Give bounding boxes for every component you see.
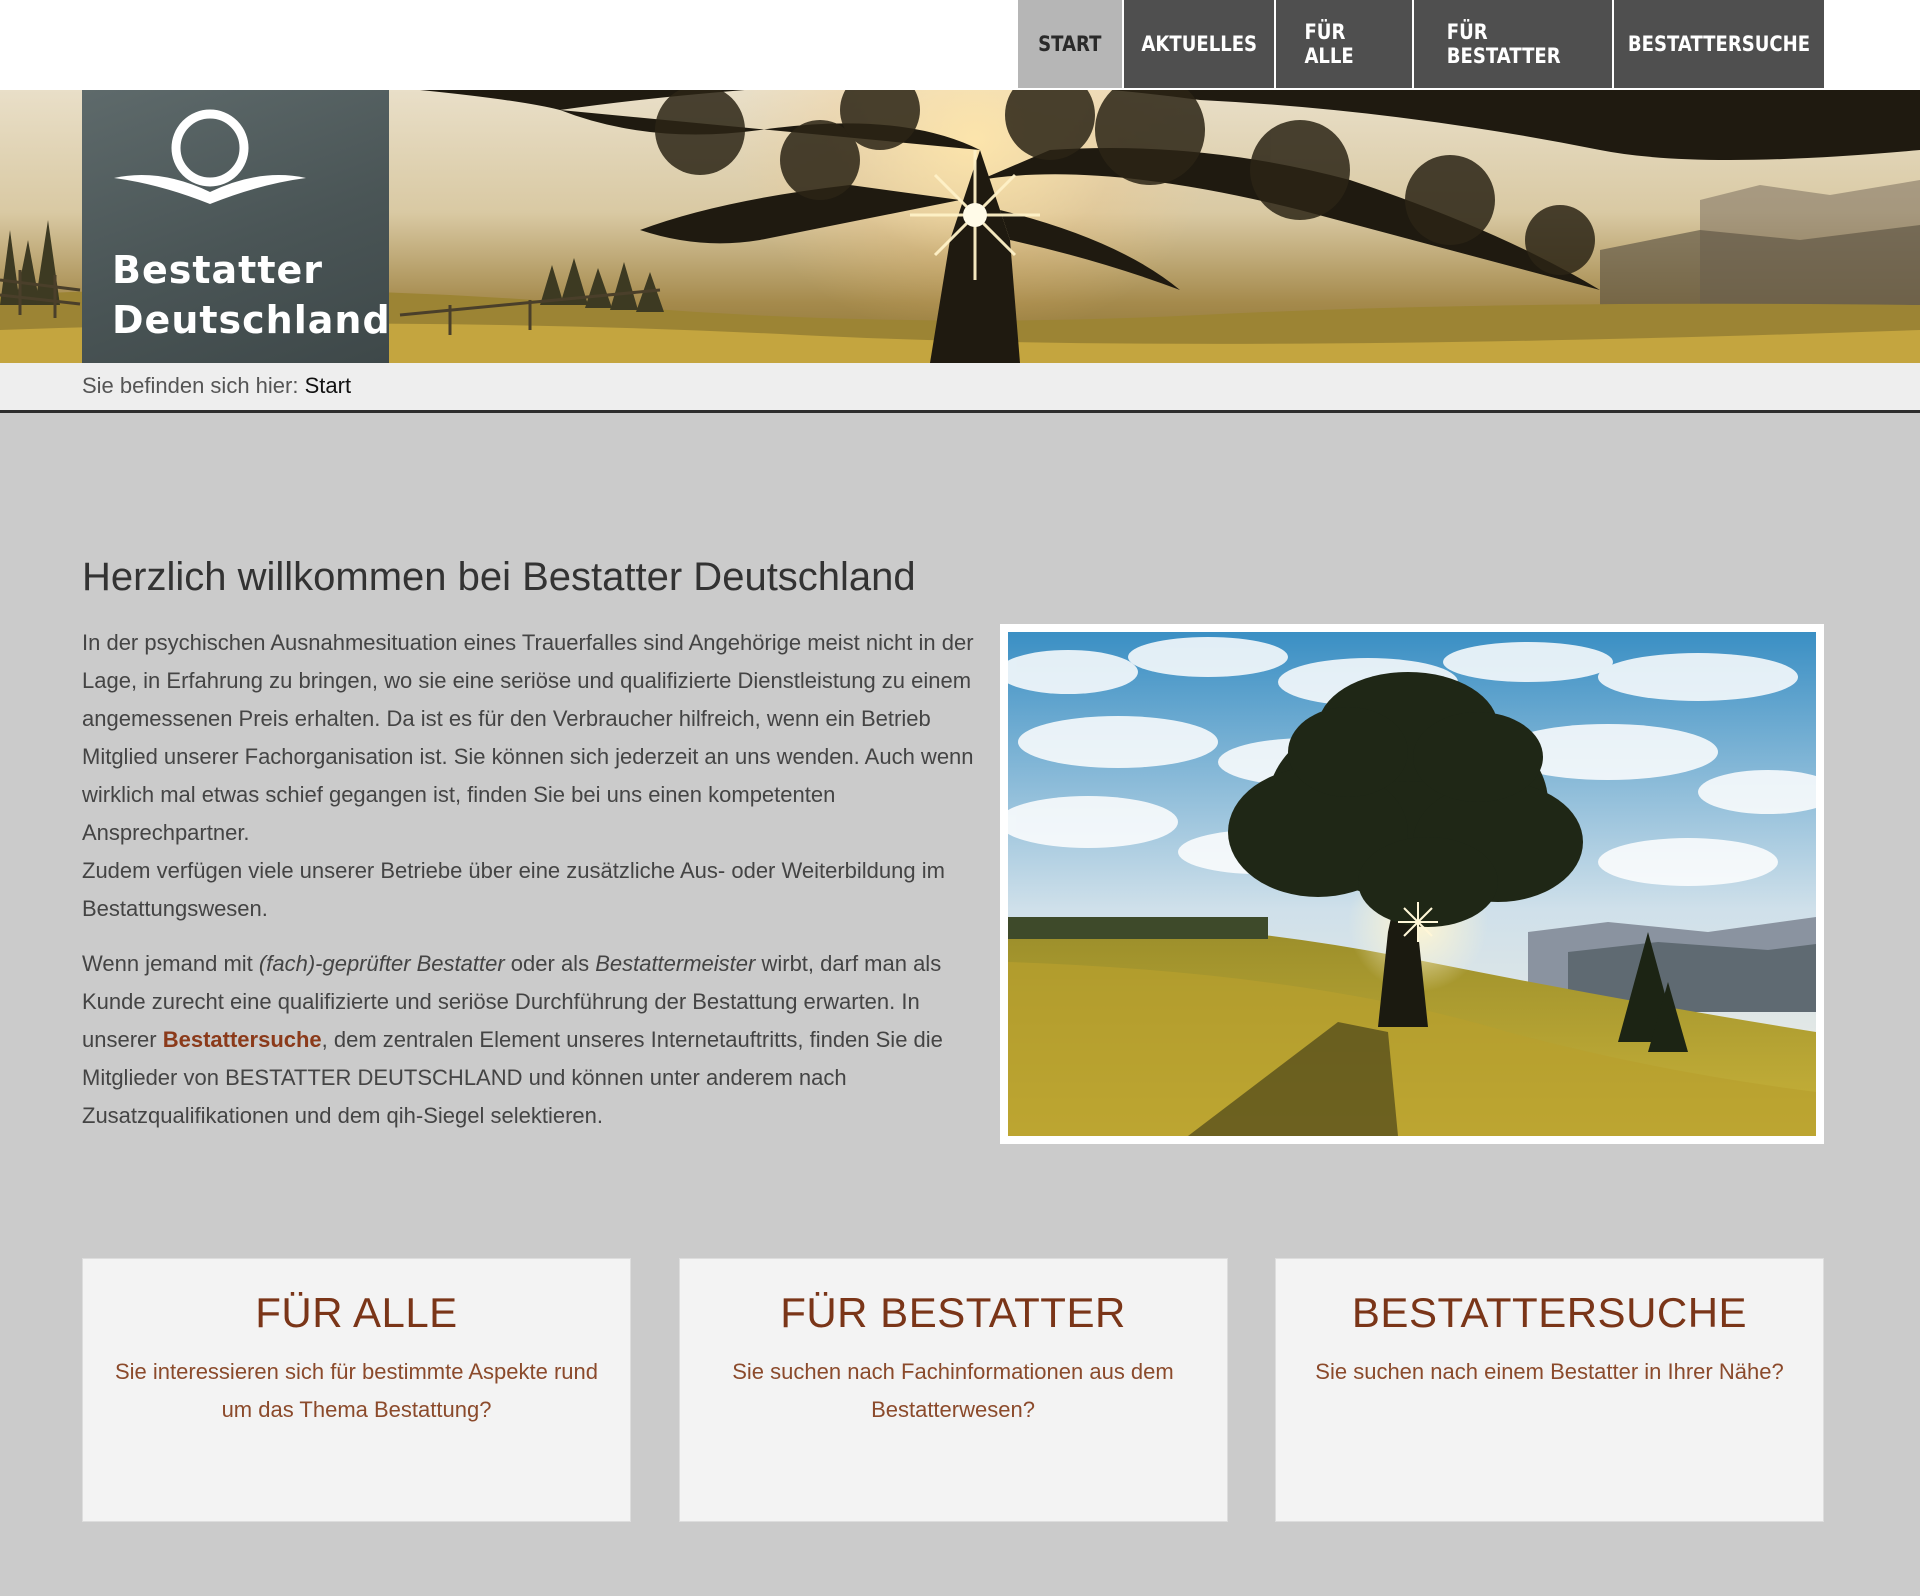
- logo-text: Bestatter Deutschland: [112, 248, 391, 342]
- card-text: Sie suchen nach Fachinformationen aus de…: [732, 1359, 1174, 1422]
- teaser-cards: FÜR ALLE Sie interessieren sich für best…: [82, 1258, 1824, 1522]
- top-bar: START AKTUELLES FÜR ALLE FÜR BESTATTER B…: [0, 0, 1920, 90]
- card-title: FÜR BESTATTER: [780, 1289, 1126, 1336]
- card-fuer-alle[interactable]: FÜR ALLE Sie interessieren sich für best…: [82, 1258, 631, 1522]
- breadcrumb-prefix: Sie befinden sich hier:: [82, 373, 299, 398]
- nav-item-start[interactable]: START: [1018, 0, 1122, 88]
- page-title: Herzlich willkommen bei Bestatter Deutsc…: [82, 555, 916, 599]
- nav-item-fuer-alle[interactable]: FÜR ALLE: [1274, 0, 1412, 88]
- card-title: FÜR ALLE: [255, 1289, 458, 1336]
- breadcrumb: Sie befinden sich hier: Start: [0, 363, 1920, 413]
- intro-text: In der psychischen Ausnahmesituation ein…: [82, 624, 982, 1152]
- nav-item-aktuelles[interactable]: AKTUELLES: [1122, 0, 1274, 88]
- intro-paragraph-2: Wenn jemand mit (fach)-geprüfter Bestatt…: [82, 951, 943, 1128]
- tree-photo: [1000, 624, 1824, 1144]
- logo-emblem-icon: [114, 109, 306, 204]
- breadcrumb-current[interactable]: Start: [305, 373, 351, 398]
- bestattersuche-link[interactable]: Bestattersuche: [163, 1027, 322, 1052]
- tree-landscape-illustration: [1008, 632, 1816, 1136]
- nav-item-bestattersuche[interactable]: BESTATTERSUCHE: [1612, 0, 1824, 88]
- card-text: Sie interessieren sich für bestimmte Asp…: [114, 1359, 598, 1422]
- nav-item-fuer-bestatter[interactable]: FÜR BESTATTER: [1412, 0, 1612, 88]
- logo[interactable]: Bestatter Deutschland: [82, 90, 391, 363]
- card-bestattersuche[interactable]: BESTATTERSUCHE Sie suchen nach einem Bes…: [1275, 1258, 1824, 1522]
- card-text: Sie suchen nach einem Bestatter in Ihrer…: [1315, 1359, 1784, 1384]
- main-nav: START AKTUELLES FÜR ALLE FÜR BESTATTER B…: [1018, 0, 1824, 88]
- card-fuer-bestatter[interactable]: FÜR BESTATTER Sie suchen nach Fachinform…: [678, 1258, 1228, 1522]
- card-title: BESTATTERSUCHE: [1351, 1289, 1748, 1336]
- intro-paragraph-1: In der psychischen Ausnahmesituation ein…: [82, 630, 974, 921]
